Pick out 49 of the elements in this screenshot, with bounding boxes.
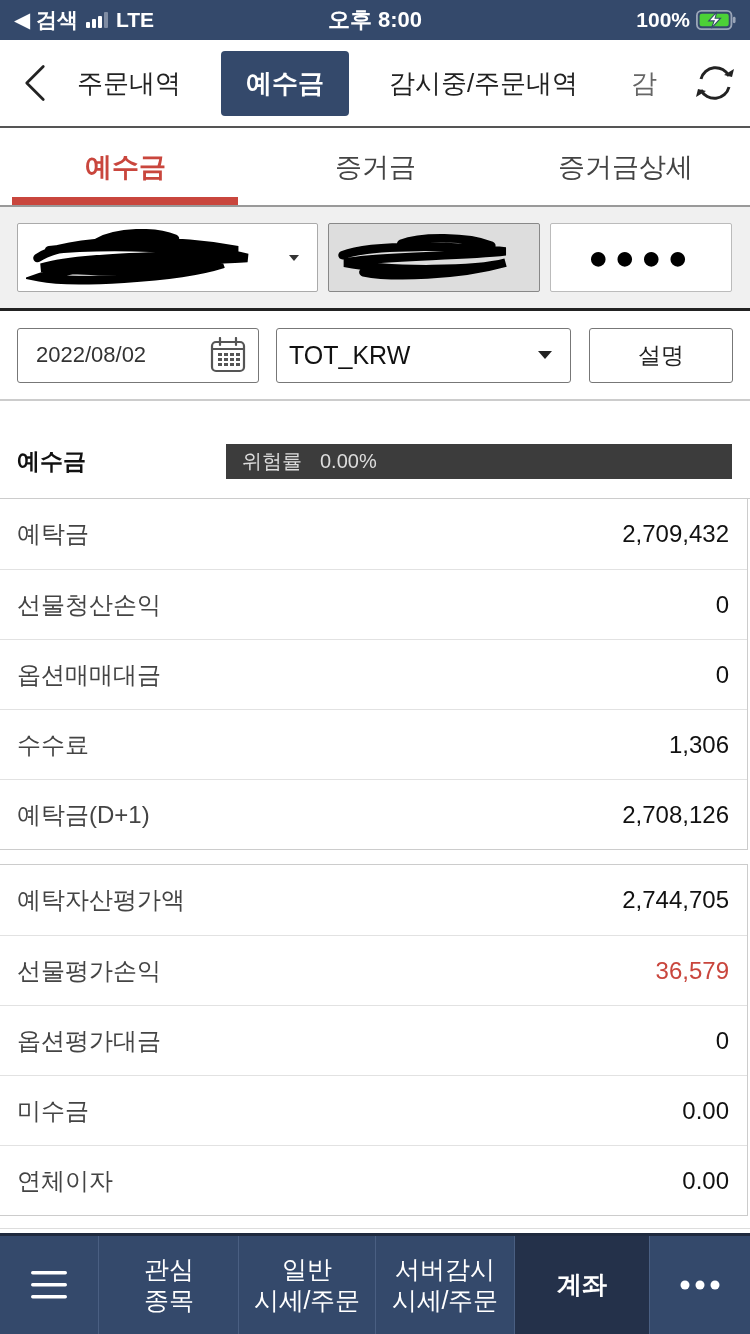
row-value: 0 <box>715 660 729 689</box>
account-select[interactable] <box>17 223 318 292</box>
network-label: LTE <box>116 8 155 32</box>
battery-percent: 100% <box>636 8 690 32</box>
row-value: 0.00 <box>682 1166 729 1195</box>
row-label: 수수료 <box>17 729 89 760</box>
row-label: 연체이자 <box>17 1165 113 1196</box>
back-icon[interactable] <box>24 64 46 102</box>
signal-icon <box>86 12 108 28</box>
nav-tab[interactable]: 관심 종목 <box>99 1236 239 1334</box>
menu-icon <box>31 1271 67 1299</box>
top-tab[interactable]: 감시중/주문내역 <box>376 50 592 116</box>
row-value: 1,306 <box>668 730 729 759</box>
more-icon <box>680 1280 720 1290</box>
caret-icon <box>538 351 552 359</box>
caret-icon <box>289 254 299 261</box>
top-tab[interactable]: 감 <box>618 50 671 116</box>
date-field[interactable]: 2022/08/02 <box>17 327 259 383</box>
risk-rate-value: 0.00% <box>320 450 377 473</box>
row-value: 0.00 <box>682 1096 729 1125</box>
nav-tab[interactable]: 일반 시세/주문 <box>239 1236 376 1334</box>
password-field[interactable]: ●●●● <box>550 223 732 292</box>
row-label: 예탁금(D+1) <box>17 799 150 830</box>
row-label: 예탁금 <box>17 519 89 549</box>
row-value: 2,744,705 <box>622 886 729 914</box>
row-value: 0 <box>715 590 729 619</box>
top-tab[interactable]: 예수금 <box>221 50 349 116</box>
row-value: 2,709,432 <box>622 520 729 548</box>
row-label: 선물평가손익 <box>17 955 161 986</box>
clock: 오후 8:00 <box>327 6 423 34</box>
sub-tab[interactable]: 증거금 <box>262 128 488 205</box>
sub-tab[interactable]: 증거금상세 <box>512 128 738 205</box>
calendar-icon[interactable] <box>210 337 246 373</box>
row-label: 옵션평가대금 <box>17 1025 161 1056</box>
row-value: 36,579 <box>655 956 729 985</box>
section-title: 예수금 <box>17 447 87 476</box>
risk-rate-label: 위험률 <box>242 449 302 474</box>
row-value: 0 <box>715 1026 729 1055</box>
back-to-search-link[interactable]: ◀ 검색 <box>14 6 78 34</box>
currency-select[interactable]: TOT_KRW <box>276 327 571 383</box>
row-label: 선물청산손익 <box>17 589 161 620</box>
top-tab[interactable]: 주문내역 <box>64 50 194 116</box>
row-label: 옵션매매대금 <box>17 659 161 690</box>
nav-tab[interactable]: 계좌 <box>515 1236 650 1334</box>
row-label: 예탁자산평가액 <box>17 885 185 915</box>
help-button[interactable]: 설명 <box>589 327 733 383</box>
row-label: 미수금 <box>17 1095 89 1126</box>
row-value: 2,708,126 <box>622 800 729 829</box>
battery-charging-icon <box>696 10 736 30</box>
